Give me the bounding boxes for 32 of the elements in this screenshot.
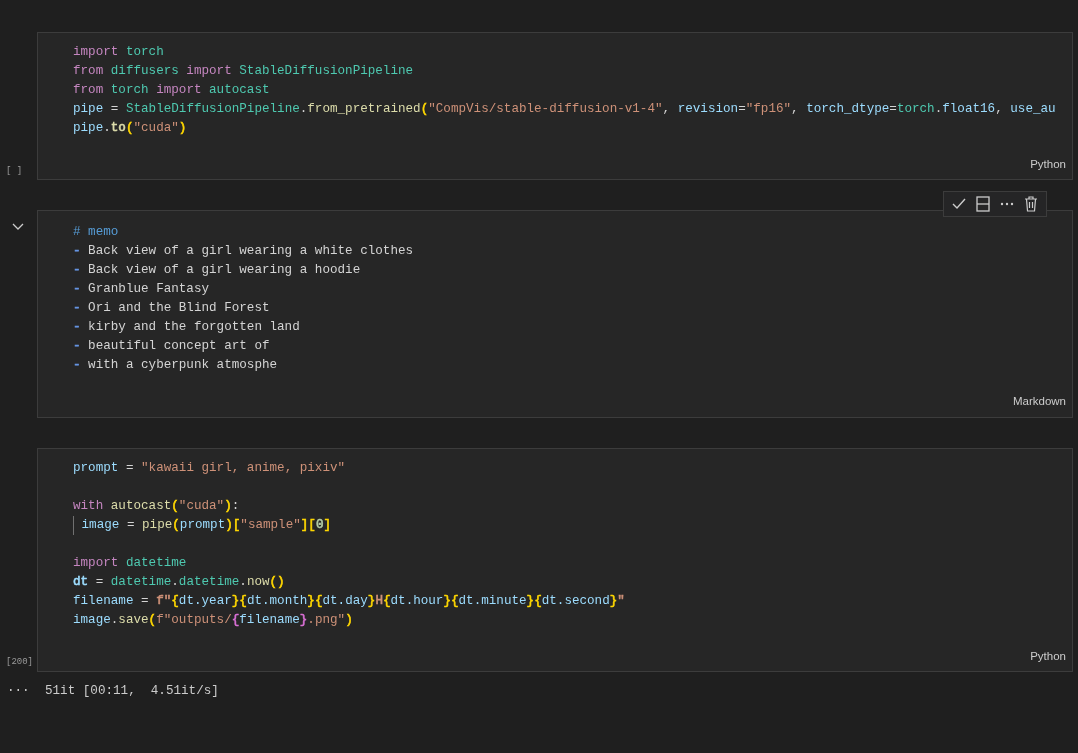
code-line: import torch xyxy=(73,44,164,61)
code-line: prompt = "kawaii girl, anime, pixiv" xyxy=(73,459,346,477)
output-text: 51it [00:11, 4.51it/s] xyxy=(45,682,219,700)
code-line: - Back view of a girl wearing a white clothes xyxy=(73,243,414,261)
code-line: with autocast("cuda"): xyxy=(73,497,240,515)
code-line: image.save(f"outputs/{filename}.png") xyxy=(73,611,353,629)
code-line: import datetime xyxy=(73,554,187,572)
code-line: dt = datetime.datetime.now() xyxy=(73,573,285,591)
language-label[interactable]: Python xyxy=(1030,649,1066,662)
language-label[interactable]: Python xyxy=(1030,158,1066,170)
code-line: pipe.to("cuda") xyxy=(73,120,187,137)
split-cell-icon[interactable] xyxy=(974,195,992,214)
code-line: # memo xyxy=(73,224,119,242)
execution-count: [200] xyxy=(6,656,33,670)
code-line: - Ori and the Blind Forest xyxy=(73,300,270,318)
more-icon[interactable]: ··· xyxy=(7,683,30,698)
code-line: from torch import autocast xyxy=(73,82,270,99)
trash-icon[interactable] xyxy=(1022,195,1040,214)
code-cell[interactable] xyxy=(37,32,1073,181)
code-line: from diffusers import StableDiffusionPipeline xyxy=(73,63,414,80)
code-line: - with a cyberpunk atmosphe xyxy=(73,357,278,375)
code-line: pipe = StableDiffusionPipeline.from_pretrained("CompVis/stable-diffusion-v1-4", revision="fp16", torch_dtype=torch.float16, use_au xyxy=(73,101,1056,118)
code-line: - beautiful concept art of xyxy=(73,338,270,356)
execution-count: [ ] xyxy=(6,164,23,178)
code-line: - Back view of a girl wearing a hoodie xyxy=(73,262,361,280)
markdown-cell[interactable] xyxy=(37,210,1073,418)
code-line: - Granblue Fantasy xyxy=(73,281,210,299)
code-line: filename = f"{dt.year}{dt.month}{dt.day}H{dt.hour}{dt.minute}{dt.second}" xyxy=(73,592,625,610)
code-cell[interactable] xyxy=(37,447,1073,672)
code-line: - kirby and the forgotten land xyxy=(73,319,300,337)
language-label[interactable]: Markdown xyxy=(1012,395,1066,408)
code-line: image = pipe(prompt)["sample"][0] xyxy=(73,515,332,535)
